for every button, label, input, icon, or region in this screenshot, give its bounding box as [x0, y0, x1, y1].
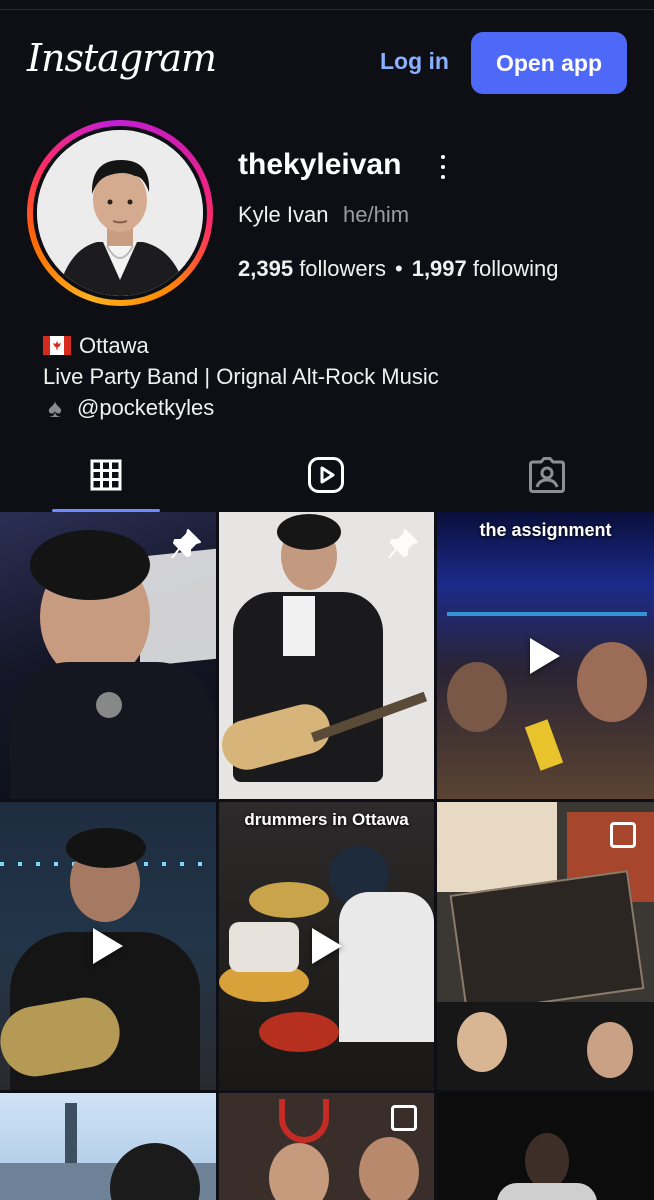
linked-account-link[interactable]: @pocketkyles [77, 392, 214, 423]
more-options-icon[interactable] [437, 155, 449, 179]
tab-reels[interactable] [272, 440, 380, 510]
following-label: following [472, 256, 559, 281]
profile-bio: Ottawa Live Party Band | Orignal Alt-Roc… [43, 330, 439, 423]
carousel-icon [391, 1105, 417, 1131]
play-icon [312, 928, 342, 964]
post-tile[interactable] [219, 1093, 434, 1200]
top-divider [0, 0, 654, 10]
followers-count: 2,395 [238, 256, 294, 281]
instagram-logo[interactable]: Instagram [27, 36, 217, 80]
bio-linked-account-line: ♠ @pocketkyles [43, 392, 439, 423]
post-tile[interactable]: the assignment [437, 512, 654, 799]
post-tile[interactable] [0, 802, 216, 1090]
followers-label: followers [299, 256, 386, 281]
posts-grid: the assignment drummers in Ottawa [0, 512, 654, 1200]
reels-icon [308, 457, 344, 493]
play-icon [530, 638, 560, 674]
pin-icon [170, 528, 202, 560]
tagged-icon [529, 457, 565, 493]
bio-description: Live Party Band | Orignal Alt-Rock Music [43, 364, 439, 389]
login-link[interactable]: Log in [380, 48, 449, 75]
profile-pronouns: he/him [343, 202, 410, 227]
following-stat[interactable]: 1,997 following [412, 256, 559, 281]
profile-username: thekyleivan [238, 148, 402, 181]
grid-icon [90, 459, 122, 491]
post-tile[interactable] [219, 512, 434, 799]
pin-icon [387, 528, 419, 560]
post-tile[interactable] [0, 512, 216, 799]
profile-stats: 2,395 followers • 1,997 following [238, 256, 559, 282]
spade-icon: ♠ [48, 392, 62, 423]
profile-tabs [0, 440, 654, 512]
canada-flag-icon [43, 336, 71, 355]
avatar [37, 130, 203, 296]
story-ring[interactable] [27, 120, 213, 306]
stats-separator: • [395, 256, 403, 281]
profile-full-name: Kyle Ivan [238, 202, 329, 227]
following-count: 1,997 [411, 256, 467, 281]
open-app-button[interactable]: Open app [471, 32, 627, 94]
carousel-icon [610, 822, 636, 848]
app-header: Instagram Log in Open app [0, 10, 654, 106]
bio-location: Ottawa [79, 333, 149, 358]
tab-posts[interactable] [52, 440, 160, 512]
play-icon [93, 928, 123, 964]
post-tile[interactable] [0, 1093, 216, 1200]
post-caption: the assignment [479, 520, 612, 540]
post-tile[interactable] [437, 1093, 654, 1200]
tab-tagged[interactable] [493, 440, 601, 510]
followers-stat[interactable]: 2,395 followers [238, 256, 386, 281]
post-tile[interactable]: drummers in Ottawa [219, 802, 434, 1090]
bio-location-line: Ottawa [43, 330, 439, 361]
post-tile[interactable] [437, 802, 654, 1090]
post-caption: drummers in Ottawa [244, 810, 409, 829]
